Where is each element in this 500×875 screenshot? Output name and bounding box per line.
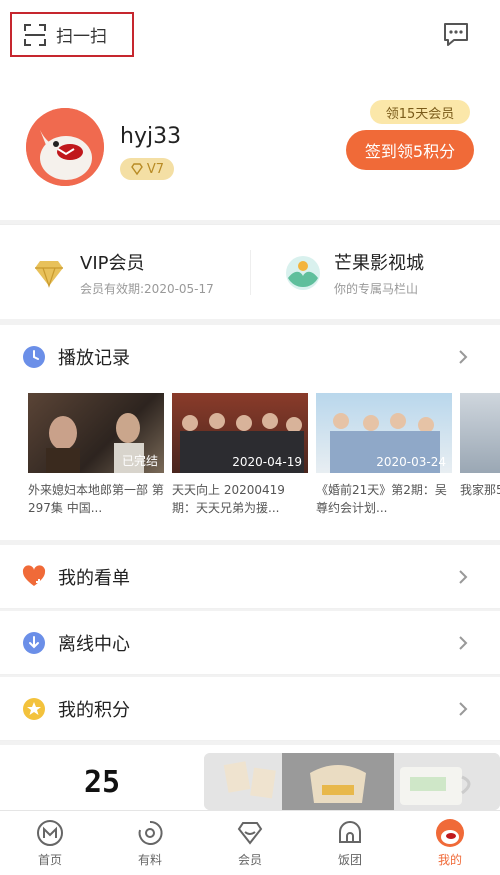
checkin-button[interactable]: 签到领5积分 <box>346 130 474 170</box>
thumbnail-image: 2020-03-24 <box>316 393 452 473</box>
thumbnail-overlay: 2020-03-24 <box>376 455 446 469</box>
history-caption: 天天向上 20200419期：天天兄弟为援... <box>172 483 285 515</box>
divider <box>250 250 251 295</box>
tab-label: 首页 <box>37 853 62 867</box>
play-history-header[interactable]: 播放记录 <box>0 325 500 389</box>
mall-title: 芒果影视城 <box>334 253 424 274</box>
history-item[interactable]: 已完结 外来媳妇本地郎第一部 第297集 中国... <box>28 393 164 517</box>
merch-banner[interactable] <box>204 753 500 810</box>
points-title: 我的积分 <box>58 699 130 721</box>
offline-title: 离线中心 <box>58 633 130 655</box>
history-caption: 《婚前21天》第2期：吴尊约会计划... <box>316 483 447 515</box>
me-mascot-icon <box>436 819 464 847</box>
vip-diamond-tab-icon <box>237 822 263 845</box>
discover-icon <box>138 820 163 845</box>
diamond-icon <box>131 163 143 176</box>
watchlist-row[interactable]: 我的看单 <box>0 545 500 609</box>
level-badge[interactable]: V7 <box>120 158 174 180</box>
points-row[interactable]: 我的积分 <box>0 677 500 741</box>
top-bar: 扫一扫 <box>0 0 500 72</box>
mango-mall-icon <box>286 256 320 290</box>
vip-title: VIP会员 <box>80 253 145 274</box>
play-history-section: 播放记录 已完结 外来媳妇本地郎第一部 第297集 中国... 2020-04-… <box>0 325 500 540</box>
mall-sub: 你的专属马栏山 <box>334 282 419 296</box>
level-label: V7 <box>146 161 165 177</box>
tab-label: 会员 <box>237 853 262 867</box>
scan-icon <box>24 23 46 46</box>
message-icon[interactable] <box>442 20 470 48</box>
promo-area: 25 <box>0 745 500 810</box>
chevron-right-icon <box>459 636 468 650</box>
heart-plus-icon <box>22 564 46 586</box>
membership-row: VIP会员 会员有效期:2020-05-17 芒果影视城 你的专属马栏山 <box>0 224 500 319</box>
profile-card: hyj33 V7 领15天会员 签到领5积分 <box>0 72 500 220</box>
scan-button[interactable]: 扫一扫 <box>10 12 134 57</box>
history-item[interactable]: 2020-03-24 《婚前21天》第2期：吴尊约会计划... <box>316 393 452 517</box>
history-item[interactable]: 我家那5期： <box>460 393 500 499</box>
tab-me[interactable]: 我的 <box>400 811 500 875</box>
thumbnail-overlay: 已完结 <box>121 454 158 468</box>
thumbnail-image <box>460 393 500 473</box>
history-caption: 我家那5期： <box>460 483 500 497</box>
download-icon <box>23 631 45 654</box>
history-item[interactable]: 2020-04-19 天天向上 20200419期：天天兄弟为援... <box>172 393 308 517</box>
chevron-right-icon <box>459 570 468 584</box>
tab-home[interactable]: 首页 <box>0 811 100 875</box>
vip-diamond-icon <box>35 261 63 288</box>
bottom-tab-bar: 首页 有料 会员 饭团 我的 <box>0 810 500 875</box>
history-caption: 外来媳妇本地郎第一部 第297集 中国... <box>28 483 164 515</box>
chevron-right-icon <box>459 350 468 364</box>
home-icon <box>37 820 63 846</box>
page-number: 25 <box>84 765 121 800</box>
history-thumbnails: 已完结 外来媳妇本地郎第一部 第297集 中国... 2020-04-19 天天… <box>28 393 500 538</box>
offline-row[interactable]: 离线中心 <box>0 611 500 675</box>
merch-banner-image <box>204 753 500 810</box>
tab-vip[interactable]: 会员 <box>200 811 300 875</box>
avatar[interactable] <box>26 108 104 186</box>
vip-expiry: 会员有效期:2020-05-17 <box>80 282 214 296</box>
star-coin-icon <box>23 697 45 720</box>
clock-icon <box>23 346 45 368</box>
promo-tip[interactable]: 领15天会员 <box>370 100 470 124</box>
tab-label: 我的 <box>437 853 462 867</box>
avatar-mascot-icon <box>26 108 104 186</box>
mango-mall[interactable]: 芒果影视城 你的专属马栏山 <box>284 245 424 301</box>
thumbnail-image: 2020-04-19 <box>172 393 308 473</box>
thumbnail-image: 已完结 <box>28 393 164 473</box>
tab-fans[interactable]: 饭团 <box>300 811 400 875</box>
chevron-right-icon <box>459 702 468 716</box>
fans-icon <box>339 821 361 843</box>
play-history-title: 播放记录 <box>58 348 130 369</box>
tab-label: 有料 <box>137 853 162 867</box>
vip-membership[interactable]: VIP会员 会员有效期:2020-05-17 <box>30 245 214 301</box>
watchlist-title: 我的看单 <box>58 567 130 589</box>
username: hyj33 <box>120 124 182 149</box>
tab-discover[interactable]: 有料 <box>100 811 200 875</box>
scan-label: 扫一扫 <box>56 27 107 47</box>
tab-label: 饭团 <box>337 853 362 867</box>
thumbnail-overlay: 2020-04-19 <box>232 455 302 469</box>
